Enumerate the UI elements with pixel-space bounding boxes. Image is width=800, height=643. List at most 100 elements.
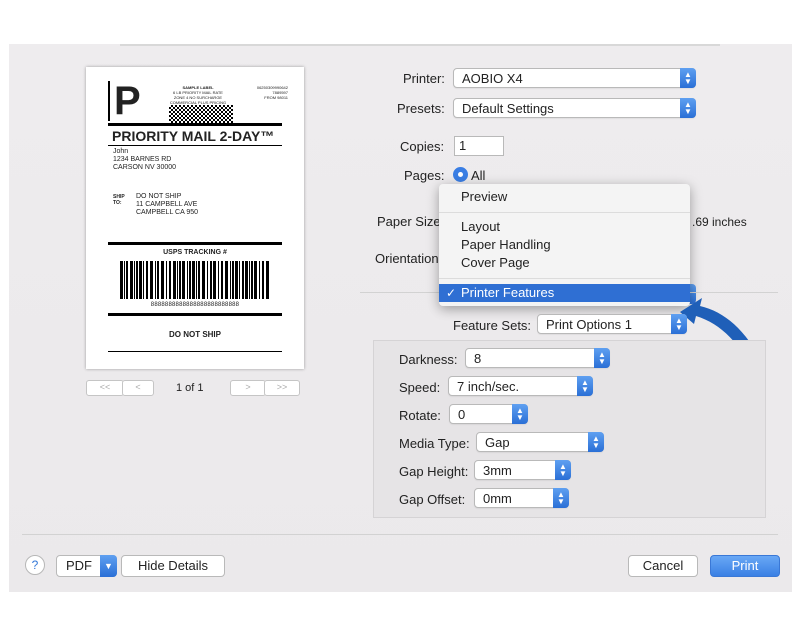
barcode-module [193,111,195,113]
print-button[interactable]: Print [710,555,780,577]
tracking-rule-top [108,242,282,245]
barcode-module [205,107,207,109]
chevron-updown-icon: ▲ ▼ [680,68,696,88]
barcode-bar [218,261,219,299]
from-line: 1234 BARNES RD [113,156,172,163]
barcode-module [203,113,205,115]
barcode-module [201,111,203,113]
chevron-updown-icon: ▲ ▼ [553,488,569,508]
barcode-module [171,113,173,115]
service-name: PRIORITY MAIL 2-DAY™ [112,128,275,144]
barcode-module [219,117,221,119]
barcode-bar [254,261,257,299]
menu-item-printer-features[interactable]: ✓ Printer Features [439,284,690,302]
presets-popup[interactable]: Default Settings ▲ ▼ [453,98,696,118]
last-page-button[interactable]: >> [264,380,300,396]
menu-item-paper-handling[interactable]: Paper Handling [461,236,551,254]
barcode-module [209,119,211,121]
barcode-bar [173,261,176,299]
menu-item-layout[interactable]: Layout [461,218,500,236]
barcode-module [191,105,193,107]
barcode-module [211,113,213,115]
barcode-module [199,109,201,111]
label-preview: P SAMPLE LABEL 6 LB PRIORITY MAIL RATE Z… [86,67,304,369]
barcode-module [225,115,227,117]
speed-value: 7 inch/sec. [457,379,520,394]
barcode-module [209,115,211,117]
cancel-button[interactable]: Cancel [628,555,698,577]
media-type-popup[interactable]: Gap ▲ ▼ [476,432,604,452]
printer-popup[interactable]: AOBIO X4 ▲ ▼ [453,68,696,88]
prev-page-button[interactable]: < [122,380,154,396]
next-page-button[interactable]: > [230,380,266,396]
barcode-bar [245,261,248,299]
pdf-button[interactable]: PDF ▼ [56,555,117,577]
barcode-module [225,119,227,121]
barcode-module [203,105,205,107]
gap-height-popup[interactable]: 3mm ▲ ▼ [474,460,571,480]
barcode-module [221,107,223,109]
from-line: CARSON NV 30000 [113,164,177,171]
orientation-label: Orientation [375,251,439,266]
tracking-title: USPS TRACKING # [163,249,227,256]
gap-offset-popup[interactable]: 0mm ▲ ▼ [474,488,569,508]
barcode-module [185,107,187,109]
gap-offset-label: Gap Offset: [399,492,466,507]
barcode-bar [232,261,234,299]
to-line: CAMPBELL CA 950 [136,209,198,216]
barcode-module [205,115,207,117]
feature-sets-popup[interactable]: Print Options 1 ▲ ▼ [537,314,687,334]
code-line: FROM 98011 [264,95,288,100]
barcode-module [229,115,231,117]
barcode-module [189,111,191,113]
copies-field[interactable]: 1 [454,136,504,156]
barcode-module [219,109,221,111]
barcode-bar [126,261,128,299]
barcode-bar [120,261,123,299]
barcode-module [217,111,219,113]
barcode-module [189,119,191,121]
barcode-module [183,105,185,107]
barcode-module [169,115,171,117]
menu-item-cover-page[interactable]: Cover Page [461,254,530,272]
barcode-module [173,119,175,121]
barcode-module [175,109,177,111]
barcode-module [185,115,187,117]
barcode-module [225,107,227,109]
barcode-module [229,119,231,121]
paper-size-label: Paper Size [377,214,441,229]
barcode-module [207,105,209,107]
radio-dot-icon [458,172,463,177]
hide-details-button[interactable]: Hide Details [121,555,225,577]
barcode-bar [262,261,264,299]
menu-item-label: Printer Features [461,285,555,300]
barcode-module [213,107,215,109]
speed-popup[interactable]: 7 inch/sec. ▲ ▼ [448,376,593,396]
barcode-module [231,109,233,111]
gap-offset-value: 0mm [483,491,512,506]
footer-text: DO NOT SHIP [168,330,221,339]
barcode-module [195,113,197,115]
barcode-module [189,107,191,109]
barcode-bar [221,261,223,299]
pages-all-radio[interactable] [453,167,468,182]
to-line: DO NOT SHIP [136,193,182,200]
barcode-bar [182,261,185,299]
menu-item-preview[interactable]: Preview [461,188,507,206]
menu-separator [439,212,690,213]
rotate-popup[interactable]: 0 ▲ ▼ [449,404,528,424]
barcode-module [181,107,183,109]
darkness-popup[interactable]: 8 ▲ ▼ [465,348,610,368]
footer-divider [22,534,778,535]
printer-label: Printer: [403,71,445,86]
first-page-button[interactable]: << [86,380,124,396]
barcode-module [227,113,229,115]
chevron-updown-icon: ▲ ▼ [555,460,571,480]
barcode-bar [139,261,142,299]
barcode-module [199,113,201,115]
chevron-updown-icon: ▲ ▼ [512,404,528,424]
barcode-module [223,113,225,115]
pages-all-label: All [471,168,486,183]
help-button[interactable]: ? [25,555,45,575]
barcode-module [179,113,181,115]
